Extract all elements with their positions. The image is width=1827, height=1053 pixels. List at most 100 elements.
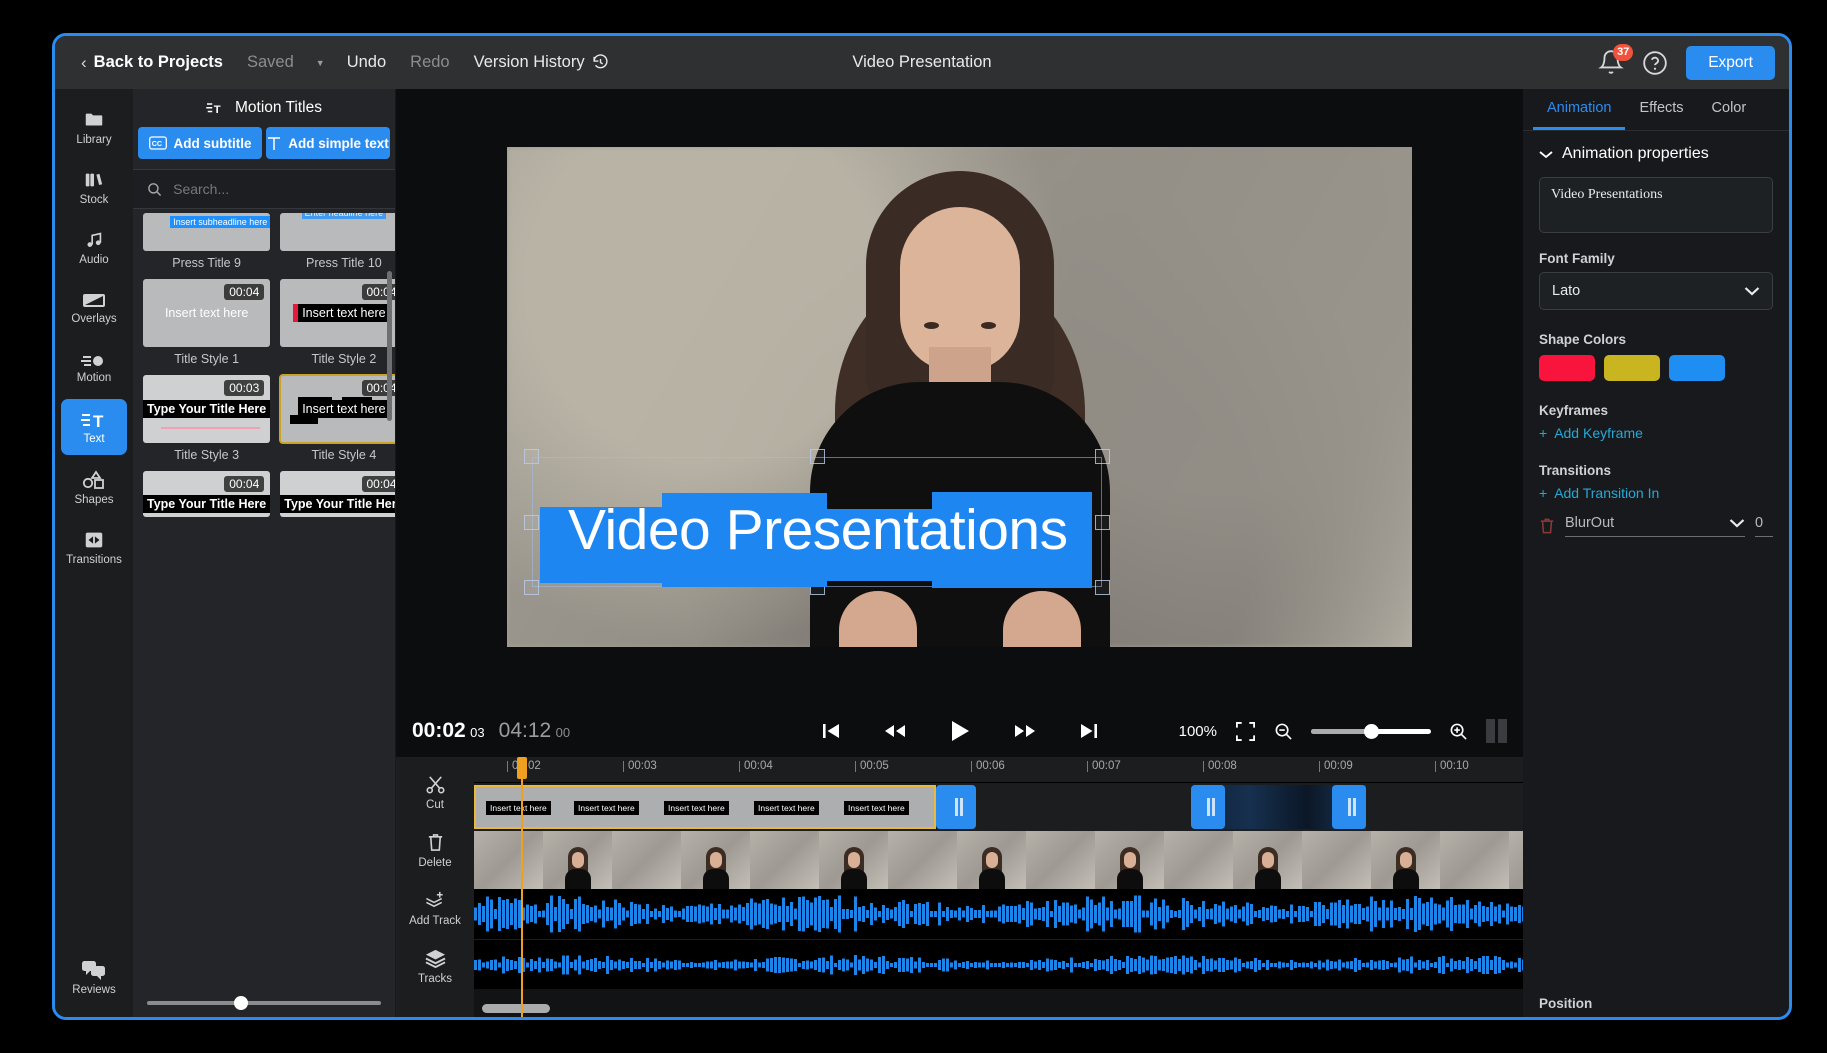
title-preset-item[interactable]: 00:03 Type Your Title Here Title Style 3 xyxy=(143,375,270,462)
sidebar-item-motion[interactable]: Motion xyxy=(61,339,127,395)
color-swatch-3[interactable] xyxy=(1669,355,1725,381)
title-thumbnail[interactable]: Enter headline here xyxy=(280,213,395,251)
transition-block[interactable] xyxy=(936,785,976,829)
tool-label: Add Track xyxy=(409,915,461,927)
sidebar-item-text[interactable]: T Text xyxy=(61,399,127,455)
rewind-icon[interactable] xyxy=(883,721,907,741)
skip-to-end-icon[interactable] xyxy=(1079,721,1099,741)
color-swatch-1[interactable] xyxy=(1539,355,1595,381)
zoom-slider-knob[interactable] xyxy=(1364,724,1379,739)
timeline-canvas[interactable]: 00:02 00:03 00:04 00:05 00:06 00:07 00:0… xyxy=(474,757,1523,1017)
color-swatch-2[interactable] xyxy=(1604,355,1660,381)
title-text-overlay[interactable]: Video Presentations xyxy=(552,497,1084,563)
title-thumbnail[interactable]: 00:04 Insert text here xyxy=(280,279,395,347)
video-thumbnail xyxy=(1509,831,1523,889)
title-thumbnail[interactable]: 00:04 Insert text here xyxy=(280,375,395,443)
title-preset-item[interactable]: Insert subheadline here Press Title 9 xyxy=(143,213,270,270)
add-track-button[interactable]: Add Track xyxy=(396,879,474,937)
resize-handle-tl[interactable] xyxy=(524,449,539,464)
sidebar-item-library[interactable]: Library xyxy=(61,99,127,155)
title-preset-item[interactable]: 00:04 Type Your Title Here xyxy=(280,471,395,517)
transition-duration[interactable]: 0 xyxy=(1755,515,1773,537)
notifications-button[interactable]: 37 xyxy=(1598,49,1624,77)
video-thumbnail xyxy=(819,831,888,889)
title-thumbnail[interactable]: 00:04 Type Your Title Here xyxy=(143,471,270,517)
tab-color[interactable]: Color xyxy=(1698,89,1761,130)
timeline-horizontal-scrollbar[interactable] xyxy=(482,1004,550,1013)
title-preset-item[interactable]: 00:04 Insert text here Title Style 2 xyxy=(280,279,395,366)
chevron-down-icon xyxy=(1539,150,1553,159)
sidebar-item-shapes[interactable]: Shapes xyxy=(61,459,127,515)
animation-properties-header[interactable]: Animation properties xyxy=(1539,145,1773,163)
text-content-input[interactable] xyxy=(1539,177,1773,233)
trash-icon[interactable] xyxy=(1539,517,1555,535)
video-track[interactable] xyxy=(474,831,1523,889)
resize-handle-r[interactable] xyxy=(1095,515,1110,530)
chevron-down-icon[interactable]: ▼ xyxy=(306,54,335,72)
tab-effects[interactable]: Effects xyxy=(1625,89,1697,130)
video-thumbnail xyxy=(1095,831,1164,889)
resize-handle-t[interactable] xyxy=(810,449,825,464)
zoom-in-icon[interactable] xyxy=(1449,722,1468,741)
title-preset-item-selected[interactable]: 00:04 Insert text here Title Style 4 xyxy=(280,375,395,462)
video-preview[interactable]: Video Presentations xyxy=(507,147,1412,647)
export-button[interactable]: Export xyxy=(1686,46,1775,80)
panel-scrollbar[interactable] xyxy=(387,271,392,421)
playhead[interactable] xyxy=(521,757,523,1017)
slider-knob[interactable] xyxy=(234,996,248,1010)
version-history-button[interactable]: Version History xyxy=(462,49,621,76)
resize-handle-br[interactable] xyxy=(1095,580,1110,595)
help-icon[interactable] xyxy=(1642,50,1668,76)
title-preview-label: Type Your Title Here xyxy=(147,402,266,416)
delete-tool-button[interactable]: Delete xyxy=(396,821,474,879)
add-keyframe-button[interactable]: + Add Keyframe xyxy=(1539,425,1773,441)
back-to-projects-button[interactable]: ‹ Back to Projects xyxy=(69,49,235,77)
sidebar-item-reviews[interactable]: Reviews xyxy=(61,949,127,1005)
thumbnail-size-slider[interactable] xyxy=(133,991,395,1017)
search-input[interactable] xyxy=(173,181,381,197)
sidebar-item-transitions[interactable]: Transitions xyxy=(61,519,127,575)
title-blocks: Video Presentations xyxy=(552,497,1084,563)
title-preset-item[interactable]: 00:04 Insert text here Title Style 1 xyxy=(143,279,270,366)
cut-tool-button[interactable]: Cut xyxy=(396,763,474,821)
title-thumbnail[interactable]: 00:04 Insert text here xyxy=(143,279,270,347)
fast-forward-icon[interactable] xyxy=(1013,721,1037,741)
add-simple-text-button[interactable]: Add simple text xyxy=(266,127,390,159)
transition-select[interactable]: BlurOut xyxy=(1565,515,1745,537)
text-track[interactable]: Insert text here Insert text here Insert… xyxy=(474,783,1523,831)
clip-text-label: Insert text here xyxy=(664,801,729,815)
split-view-icon[interactable] xyxy=(1486,719,1507,743)
title-thumbnail[interactable]: Insert subheadline here xyxy=(143,213,270,251)
resize-handle-tr[interactable] xyxy=(1095,449,1110,464)
redo-button[interactable]: Redo xyxy=(398,49,461,76)
skip-to-start-icon[interactable] xyxy=(821,721,841,741)
title-preset-item[interactable]: Enter headline here Press Title 10 xyxy=(280,213,395,270)
zoom-slider[interactable] xyxy=(1311,729,1431,734)
title-thumbnail[interactable]: 00:03 Type Your Title Here xyxy=(143,375,270,443)
title-caption: Title Style 1 xyxy=(143,352,270,366)
tab-animation[interactable]: Animation xyxy=(1533,89,1625,130)
zoom-out-icon[interactable] xyxy=(1274,722,1293,741)
resize-handle-l[interactable] xyxy=(524,515,539,530)
fullscreen-icon[interactable] xyxy=(1235,721,1256,742)
font-family-select[interactable]: Lato xyxy=(1539,272,1773,310)
add-subtitle-button[interactable]: CC Add subtitle xyxy=(138,127,262,159)
sidebar-item-stock[interactable]: Stock xyxy=(61,159,127,215)
timeline-ruler[interactable]: 00:02 00:03 00:04 00:05 00:06 00:07 00:0… xyxy=(474,757,1523,783)
search-bar[interactable] xyxy=(133,169,395,209)
tracks-button[interactable]: Tracks xyxy=(396,937,474,995)
audio-track-1[interactable] xyxy=(474,889,1523,939)
waveform xyxy=(474,889,1523,939)
resize-handle-bl[interactable] xyxy=(524,580,539,595)
audio-track-2[interactable] xyxy=(474,939,1523,989)
title-preset-item[interactable]: 00:04 Type Your Title Here xyxy=(143,471,270,517)
title-thumbnail[interactable]: 00:04 Type Your Title Here xyxy=(280,471,395,517)
sidebar-item-audio[interactable]: Audio xyxy=(61,219,127,275)
add-transition-in-button[interactable]: + Add Transition In xyxy=(1539,485,1773,501)
sidebar-item-overlays[interactable]: Overlays xyxy=(61,279,127,335)
transition-block[interactable] xyxy=(1332,785,1366,829)
play-icon[interactable] xyxy=(949,719,971,743)
transition-block[interactable] xyxy=(1191,785,1225,829)
undo-button[interactable]: Undo xyxy=(335,49,398,76)
text-clip-selected[interactable]: Insert text here Insert text here Insert… xyxy=(474,785,936,829)
